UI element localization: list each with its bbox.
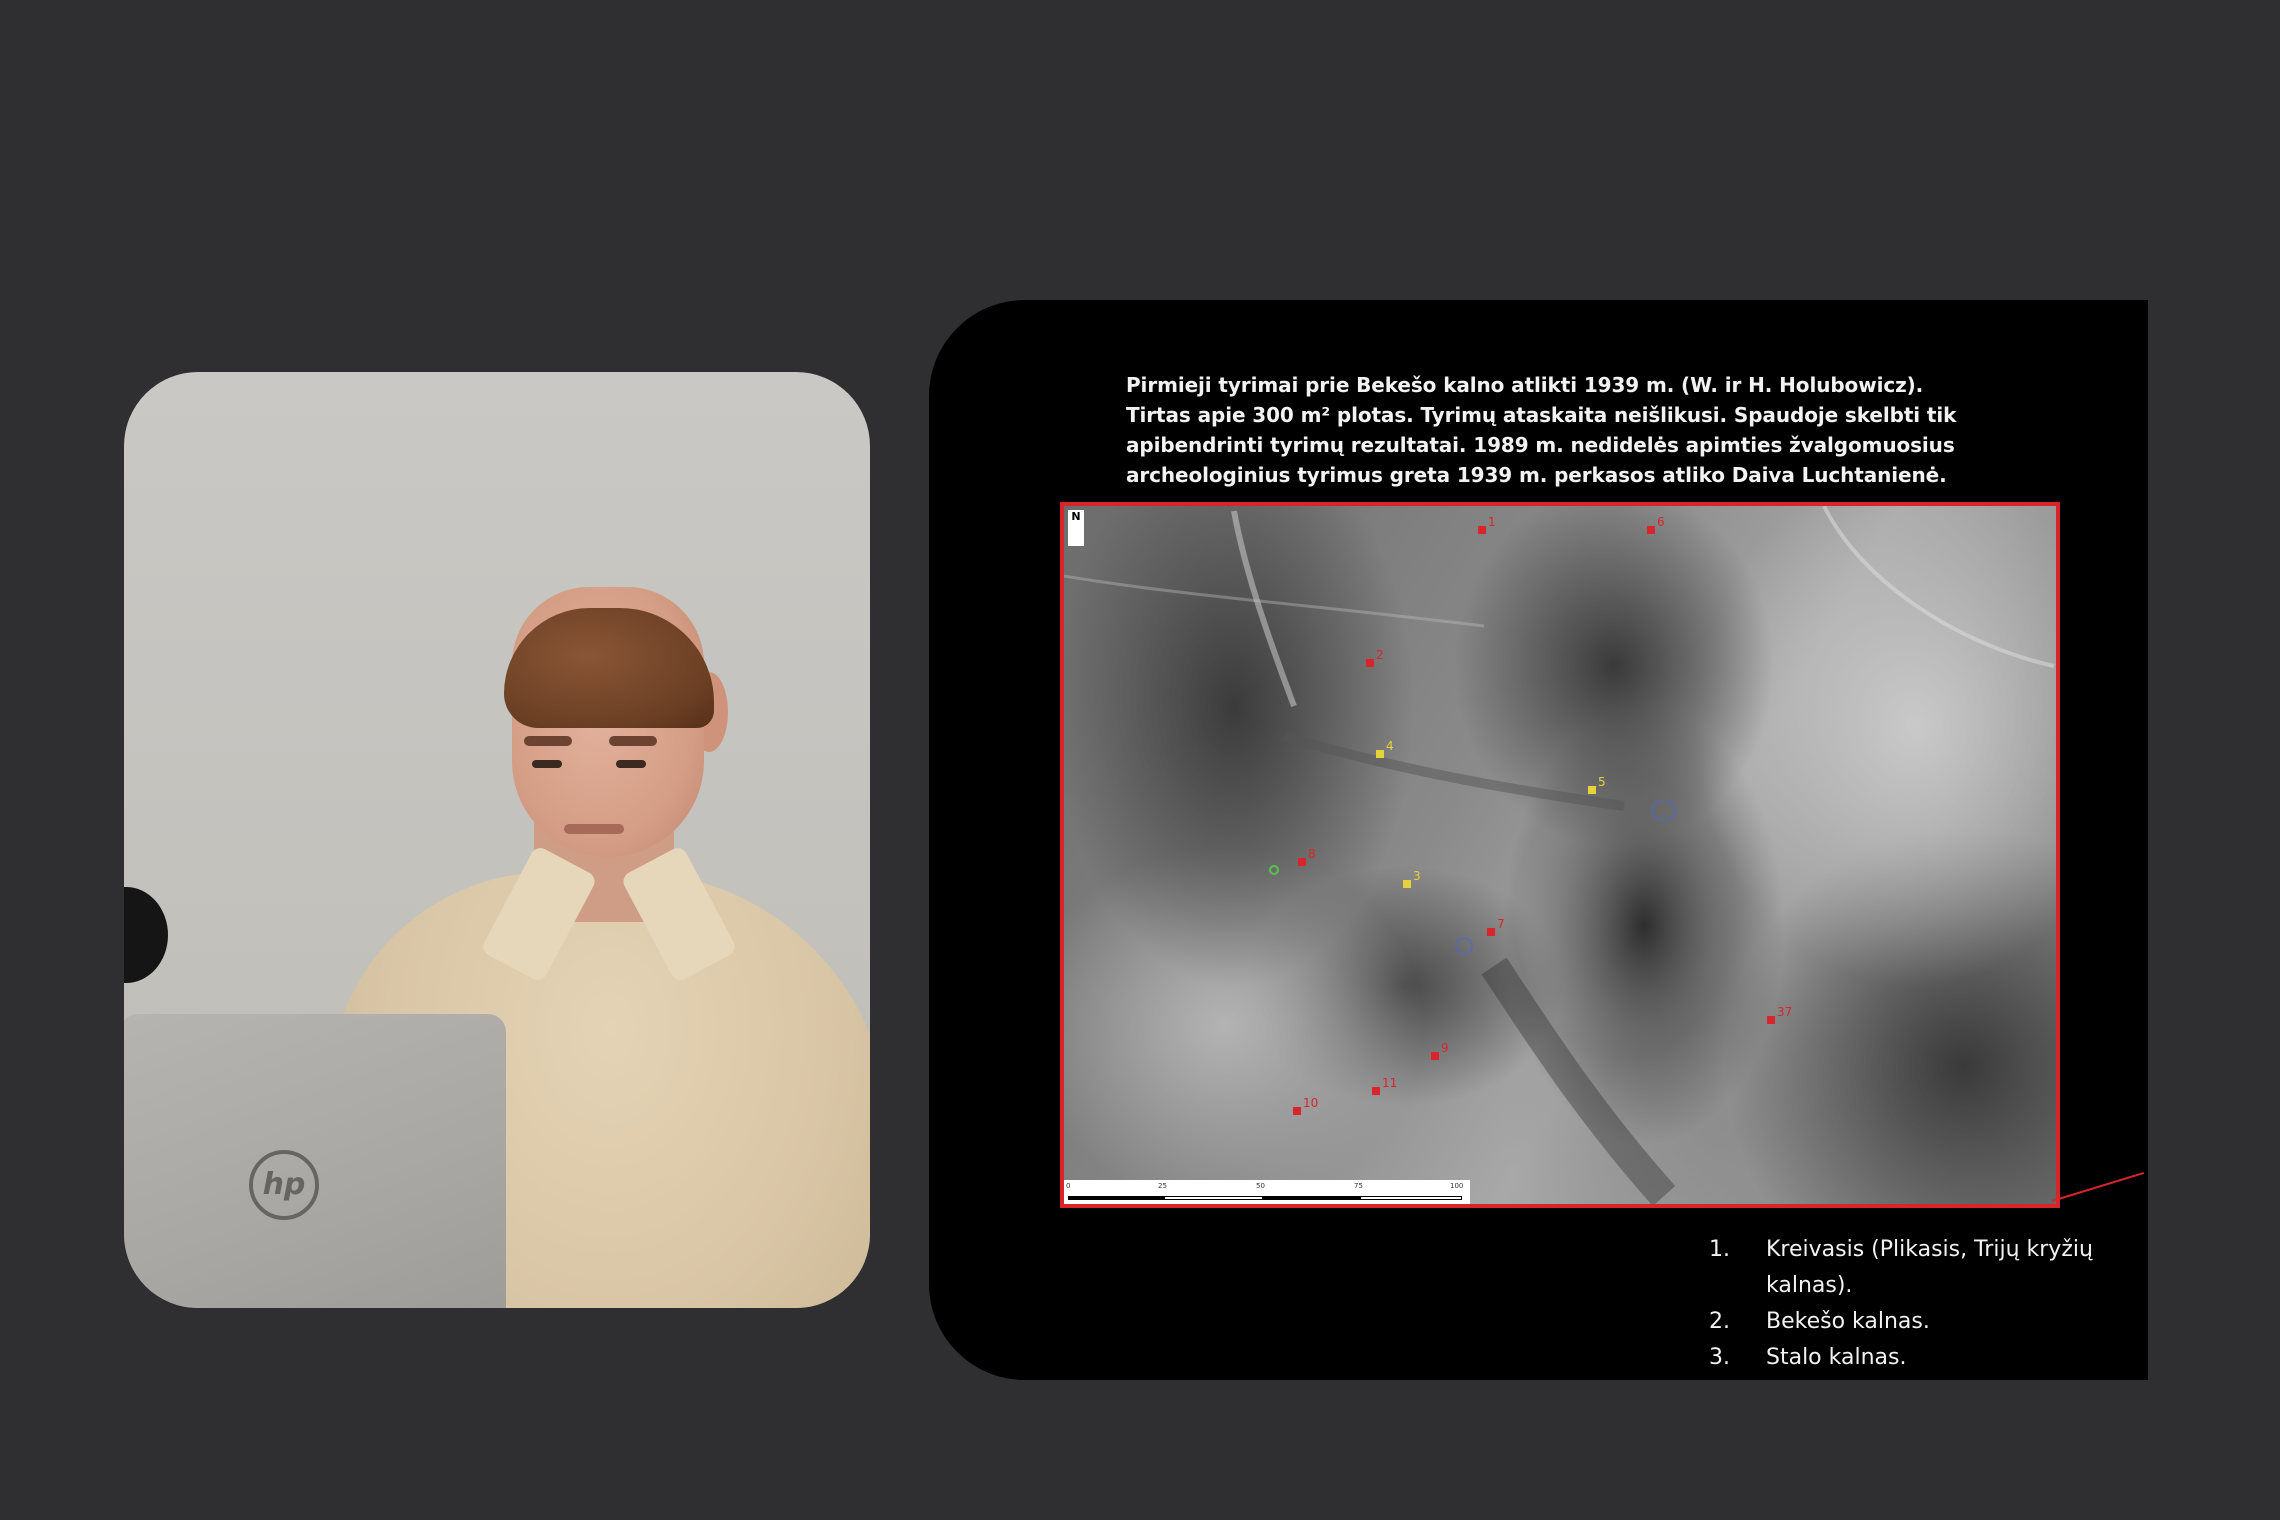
list-item: 1. Kreivasis (Plikasis, Trijų kryžių kal…	[1709, 1232, 2129, 1304]
north-arrow-icon: N	[1068, 510, 1084, 546]
meeting-stage: hp Pirmieji tyrimai prie Bekešo kalno at…	[0, 0, 2280, 1520]
site-legend-list: 1. Kreivasis (Plikasis, Trijų kryžių kal…	[1709, 1232, 2129, 1376]
list-number: 2.	[1709, 1309, 1730, 1334]
microphone	[124, 887, 168, 983]
speaker-eye-left	[532, 760, 562, 768]
map-marker-point	[1372, 1087, 1380, 1095]
list-text: Bekešo kalnas.	[1766, 1309, 1930, 1334]
map-markers-layer: 1 62458373791110	[1064, 506, 2055, 1204]
map-marker-point	[1588, 786, 1596, 794]
speaker-eye-right	[616, 760, 646, 768]
list-text: Kreivasis (Plikasis, Trijų kryžių kalnas…	[1766, 1237, 2093, 1298]
map-marker-point	[1767, 1016, 1775, 1024]
scale-label: 0	[1066, 1182, 1071, 1190]
map-marker-point	[1293, 1107, 1301, 1115]
map-marker-label: 9	[1441, 1041, 1449, 1055]
speaker-brow-left	[524, 736, 572, 746]
map-marker-label: 1	[1488, 515, 1496, 529]
map-scale-bar: 0 25 50 75 100	[1064, 1180, 1470, 1204]
presentation-slide[interactable]: Pirmieji tyrimai prie Bekešo kalno atlik…	[929, 300, 2148, 1380]
scale-label: 50	[1256, 1182, 1265, 1190]
map-marker-point	[1376, 750, 1384, 758]
map-marker-label: 5	[1598, 775, 1606, 789]
map-marker-label: 4	[1386, 739, 1394, 753]
map-marker-label: 37	[1777, 1005, 1792, 1019]
speaker-brow-right	[609, 736, 657, 746]
scale-label: 100	[1450, 1182, 1464, 1190]
map-marker-point	[1487, 928, 1495, 936]
scale-label: 25	[1158, 1182, 1167, 1190]
speaker-video-tile[interactable]: hp	[124, 372, 870, 1308]
list-text: Stalo kalnas.	[1766, 1345, 1907, 1370]
hp-logo-icon: hp	[249, 1150, 319, 1220]
map-marker-label: 2	[1376, 648, 1384, 662]
aerial-photo-map: 1 6 2 4 5 8 3 7 37 9 11 10 N 0 25 50 75 100	[1060, 502, 2060, 1208]
slide-paragraph: Pirmieji tyrimai prie Bekešo kalno atlik…	[1126, 373, 1957, 487]
speaker-mouth	[564, 824, 624, 834]
map-marker-label: 10	[1303, 1096, 1318, 1110]
map-marker-point	[1298, 858, 1306, 866]
map-marker-point	[1366, 659, 1374, 667]
map-marker-point	[1647, 526, 1655, 534]
map-marker-label: 11	[1382, 1076, 1397, 1090]
scale-label: 75	[1354, 1182, 1363, 1190]
map-marker-label: 8	[1308, 847, 1316, 861]
map-marker-label: 6	[1657, 515, 1665, 529]
list-item: 3. Stalo kalnas.	[1709, 1340, 2129, 1376]
map-marker-point	[1478, 526, 1486, 534]
map-marker-point	[1431, 1052, 1439, 1060]
callout-line	[2051, 1171, 2145, 1202]
map-marker-point	[1403, 880, 1411, 888]
map-marker-label: 7	[1497, 917, 1505, 931]
map-marker-label: 3	[1413, 869, 1421, 883]
list-number: 1.	[1709, 1237, 1730, 1262]
laptop	[124, 1014, 506, 1308]
list-number: 3.	[1709, 1345, 1730, 1370]
list-item: 2. Bekešo kalnas.	[1709, 1304, 2129, 1340]
